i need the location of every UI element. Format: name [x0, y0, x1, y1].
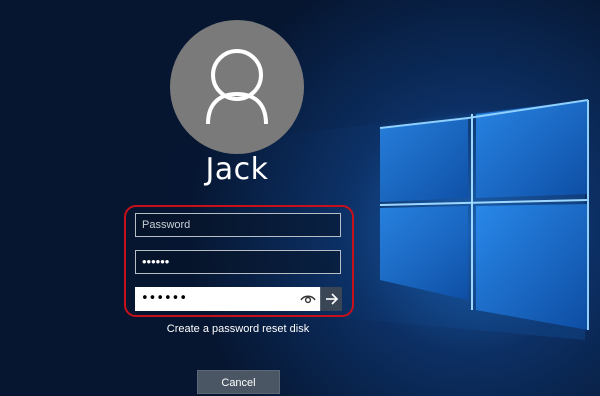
arrow-right-icon [326, 293, 339, 305]
cancel-button[interactable]: Cancel [197, 370, 280, 394]
reset-password-link[interactable]: Create a password reset disk [135, 323, 341, 335]
eye-icon[interactable] [298, 289, 318, 309]
submit-button[interactable] [320, 287, 342, 311]
password-input-active[interactable]: •••••• [135, 287, 342, 311]
password-value: •••••• [141, 291, 188, 306]
user-silhouette-icon [206, 49, 268, 125]
user-avatar [170, 20, 304, 154]
password-input[interactable]: Password [135, 213, 341, 237]
user-name: Jack [205, 152, 269, 187]
password-input-filled[interactable]: •••••• [135, 250, 341, 274]
